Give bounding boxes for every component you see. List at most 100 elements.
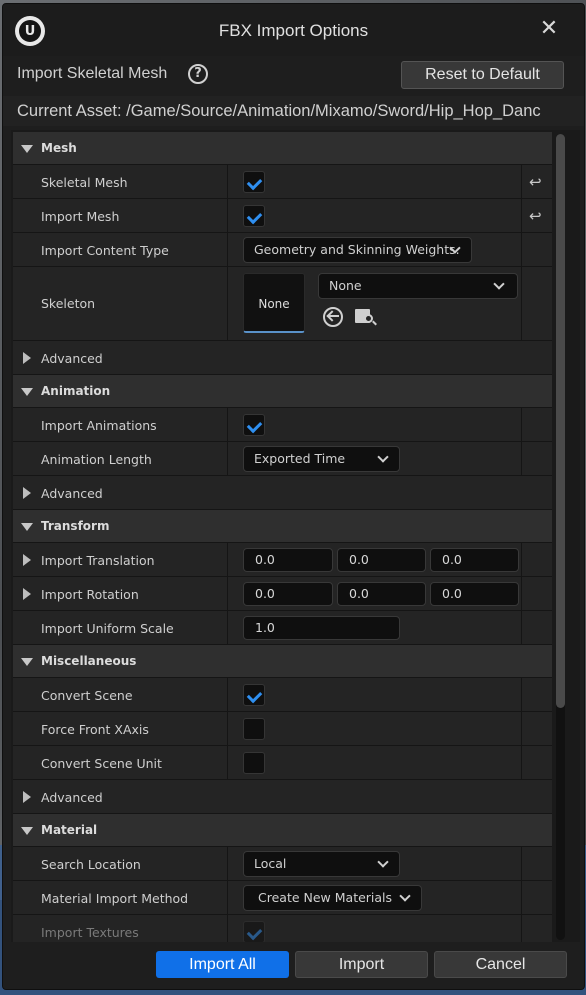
import-mesh-checkbox[interactable] xyxy=(243,205,265,227)
header-title: Import Skeletal Mesh xyxy=(17,65,168,82)
property-label: Import Content Type xyxy=(41,243,169,258)
skeleton-thumbnail[interactable]: None xyxy=(243,273,305,333)
collapse-arrow-icon xyxy=(21,145,33,153)
force-front-xaxis-checkbox[interactable] xyxy=(243,718,265,740)
rotation-z-field[interactable]: 0.0 xyxy=(430,582,519,606)
translation-y-field[interactable]: 0.0 xyxy=(337,548,426,572)
row-import-animations: Import Animations xyxy=(13,408,552,442)
advanced-label: Advanced xyxy=(41,790,103,805)
chevron-down-icon xyxy=(493,278,505,290)
property-label: Skeletal Mesh xyxy=(41,175,128,190)
category-animation[interactable]: Animation xyxy=(13,375,552,408)
property-label: Search Location xyxy=(41,857,141,872)
property-label: Import Uniform Scale xyxy=(41,621,174,636)
uniform-scale-field[interactable]: 1.0 xyxy=(243,616,400,640)
chevron-down-icon xyxy=(399,890,411,902)
import-content-type-dropdown[interactable]: Geometry and Skinning Weights. xyxy=(243,237,472,263)
property-label: Animation Length xyxy=(41,452,152,467)
dropdown-value: Create New Materials xyxy=(258,890,393,905)
expand-arrow-icon[interactable] xyxy=(23,554,31,566)
dropdown-value: Geometry and Skinning Weights. xyxy=(254,242,460,257)
window-title: FBX Import Options xyxy=(218,21,369,40)
scrollbar-thumb[interactable] xyxy=(556,134,565,708)
reset-value-icon[interactable]: ↩ xyxy=(529,174,545,190)
chevron-down-icon xyxy=(377,451,389,463)
dropdown-value: Exported Time xyxy=(254,451,346,466)
category-miscellaneous[interactable]: Miscellaneous xyxy=(13,645,552,678)
row-import-textures: Import Textures xyxy=(13,915,552,942)
reset-value-icon[interactable]: ↩ xyxy=(529,208,545,224)
browse-asset-icon[interactable] xyxy=(355,307,377,327)
advanced-label: Advanced xyxy=(41,486,103,501)
close-icon[interactable]: ✕ xyxy=(538,18,560,40)
row-misc-advanced[interactable]: Advanced xyxy=(13,780,552,814)
rotation-x-field[interactable]: 0.0 xyxy=(243,582,333,606)
use-selected-asset-icon[interactable] xyxy=(323,307,343,327)
expand-arrow-icon[interactable] xyxy=(23,791,31,803)
help-icon[interactable]: ? xyxy=(188,64,208,84)
property-label: Convert Scene Unit xyxy=(41,756,162,771)
row-import-uniform-scale: Import Uniform Scale 1.0 xyxy=(13,611,552,645)
dialog-footer: Import All Import Cancel xyxy=(3,946,584,989)
property-label: Import Rotation xyxy=(41,587,139,602)
expand-arrow-icon[interactable] xyxy=(23,487,31,499)
property-label: Import Translation xyxy=(41,553,155,568)
collapse-arrow-icon xyxy=(21,658,33,666)
row-convert-scene: Convert Scene xyxy=(13,678,552,712)
rotation-y-field[interactable]: 0.0 xyxy=(337,582,426,606)
dropdown-value: None xyxy=(329,278,362,293)
property-label: Material Import Method xyxy=(41,891,189,906)
cancel-button[interactable]: Cancel xyxy=(434,951,567,978)
row-mesh-advanced[interactable]: Advanced xyxy=(13,341,552,375)
convert-scene-unit-checkbox[interactable] xyxy=(243,752,265,774)
row-animation-advanced[interactable]: Advanced xyxy=(13,476,552,510)
category-mesh[interactable]: Mesh xyxy=(13,132,552,165)
property-label: Skeleton xyxy=(41,296,96,311)
category-material[interactable]: Material xyxy=(13,814,552,847)
skeleton-asset-picker[interactable]: None xyxy=(318,273,518,299)
animation-length-dropdown[interactable]: Exported Time xyxy=(243,446,400,472)
property-label: Import Textures xyxy=(41,925,139,940)
translation-x-field[interactable]: 0.0 xyxy=(243,548,333,572)
row-import-rotation: Import Rotation 0.0 0.0 0.0 xyxy=(13,577,552,611)
row-search-location: Search Location Local xyxy=(13,847,552,881)
category-label: Transform xyxy=(41,519,110,533)
row-import-translation: Import Translation 0.0 0.0 0.0 xyxy=(13,543,552,577)
row-convert-scene-unit: Convert Scene Unit xyxy=(13,746,552,780)
expand-arrow-icon[interactable] xyxy=(23,588,31,600)
title-bar[interactable]: U FBX Import Options ✕ xyxy=(3,4,584,56)
dropdown-value: Local xyxy=(254,856,287,871)
collapse-arrow-icon xyxy=(21,523,33,531)
vertical-scrollbar[interactable] xyxy=(556,134,565,940)
import-all-button[interactable]: Import All xyxy=(156,951,289,978)
row-import-content-type: Import Content Type Geometry and Skinnin… xyxy=(13,233,552,267)
row-skeletal-mesh: Skeletal Mesh ↩ xyxy=(13,165,552,199)
expand-arrow-icon[interactable] xyxy=(23,352,31,364)
import-animations-checkbox[interactable] xyxy=(243,414,265,436)
property-label: Convert Scene xyxy=(41,688,133,703)
category-transform[interactable]: Transform xyxy=(13,510,552,543)
material-import-method-dropdown[interactable]: Create New Materials xyxy=(243,885,422,911)
dialog-header: Import Skeletal Mesh ? Reset to Default xyxy=(3,56,584,94)
category-label: Mesh xyxy=(41,141,77,155)
collapse-arrow-icon xyxy=(21,827,33,835)
property-label: Import Mesh xyxy=(41,209,120,224)
import-textures-checkbox[interactable] xyxy=(243,921,265,942)
convert-scene-checkbox[interactable] xyxy=(243,684,265,706)
search-location-dropdown[interactable]: Local xyxy=(243,851,400,877)
reset-to-default-button[interactable]: Reset to Default xyxy=(401,61,564,89)
translation-z-field[interactable]: 0.0 xyxy=(430,548,519,572)
category-label: Material xyxy=(41,823,98,837)
import-button[interactable]: Import xyxy=(295,951,428,978)
category-label: Animation xyxy=(41,384,111,398)
property-label: Import Animations xyxy=(41,418,157,433)
row-skeleton: Skeleton None None xyxy=(13,267,552,341)
row-material-import-method: Material Import Method Create New Materi… xyxy=(13,881,552,915)
row-animation-length: Animation Length Exported Time xyxy=(13,442,552,476)
skeletal-mesh-checkbox[interactable] xyxy=(243,171,265,193)
collapse-arrow-icon xyxy=(21,388,33,396)
chevron-down-icon xyxy=(377,856,389,868)
row-import-mesh: Import Mesh ↩ xyxy=(13,199,552,233)
row-force-front-xaxis: Force Front XAxis xyxy=(13,712,552,746)
category-label: Miscellaneous xyxy=(41,654,137,668)
